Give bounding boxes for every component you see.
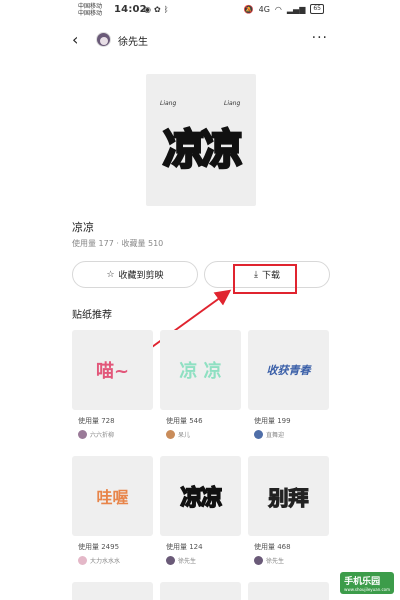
- eye-icon: ◉: [144, 5, 154, 14]
- sticker-card[interactable]: 凉 凉 使用量 546 呆儿: [160, 330, 241, 446]
- sticker-preview: Liang Liang 凉凉: [146, 74, 256, 206]
- battery-icon: 65: [310, 4, 324, 14]
- card-image: 别拜: [248, 456, 329, 536]
- card-image: 喵~: [72, 330, 153, 410]
- card-author-name: 徐先生: [178, 558, 197, 565]
- sticker-card[interactable]: 别拜 使用量 468 徐先生: [248, 456, 329, 572]
- app-notify-icon: ✿: [153, 5, 164, 14]
- watermark-logo: 手机乐园 www.shoujileyuan.com: [340, 572, 394, 594]
- card-author: 六六折柳: [78, 430, 114, 439]
- highlight-box: [233, 264, 297, 294]
- network-label: 4G: [258, 4, 270, 14]
- avatar: [78, 430, 87, 439]
- carrier-2: 中国移动: [78, 10, 103, 17]
- sticker-artwork: 凉凉: [162, 124, 245, 176]
- card-art: 凉凉: [180, 485, 224, 512]
- top-nav: ‹ 徐先生 ···: [62, 28, 338, 54]
- card-art: 喵~: [95, 361, 130, 382]
- sticker-card[interactable]: 凉凉 使用量 124 徐先生: [160, 456, 241, 572]
- status-notification-icons: ◉✿ᛒ: [144, 5, 172, 14]
- avatar: [78, 556, 87, 565]
- card-author: 大力水水水: [78, 556, 120, 565]
- signal-icon: ▂▄▆: [286, 4, 306, 14]
- card-author: 直舞迎: [254, 430, 284, 439]
- status-bar: 中国移动 中国移动 14:02 ◉✿ᛒ 🔕 4G ◠ ▂▄▆ 65: [62, 0, 338, 22]
- card-image-partial: [160, 582, 241, 600]
- card-art: 别拜: [268, 485, 309, 510]
- back-arrow-icon[interactable]: ‹: [72, 30, 78, 50]
- sticker-card[interactable]: 哇喔 使用量 2495 大力水水水: [72, 456, 153, 572]
- wifi-icon: ◠: [274, 4, 282, 14]
- sticker-title: 凉凉: [72, 221, 94, 234]
- carrier-labels: 中国移动 中国移动: [78, 3, 102, 17]
- avatar: [166, 430, 175, 439]
- carrier-1: 中国移动: [78, 3, 103, 10]
- avatar: [254, 430, 263, 439]
- sticker-tag-left: Liang: [160, 100, 177, 107]
- card-image-partial: [248, 582, 329, 600]
- sticker-stats: 使用量 177 · 收藏量 510: [72, 239, 164, 248]
- card-image: 哇喔: [72, 456, 153, 536]
- more-options-icon[interactable]: ···: [312, 30, 328, 46]
- mute-icon: 🔕: [243, 4, 254, 14]
- card-usage: 使用量 199: [254, 417, 291, 425]
- phone-screen: 中国移动 中国移动 14:02 ◉✿ᛒ 🔕 4G ◠ ▂▄▆ 65 ‹ 徐先生 …: [62, 0, 338, 600]
- card-author: 徐先生: [254, 556, 284, 565]
- card-usage: 使用量 546: [166, 417, 203, 425]
- card-image: 收获青春: [248, 330, 329, 410]
- favorite-button[interactable]: ☆ 收藏到剪映: [72, 261, 198, 288]
- card-usage: 使用量 468: [254, 543, 291, 551]
- card-author-name: 呆儿: [178, 432, 191, 439]
- avatar: [254, 556, 263, 565]
- card-art: 哇喔: [96, 488, 129, 507]
- card-author-name: 六六折柳: [90, 432, 115, 439]
- card-art: 凉 凉: [179, 361, 222, 382]
- card-image: 凉凉: [160, 456, 241, 536]
- card-author-name: 徐先生: [266, 558, 285, 565]
- watermark-url: www.shoujileyuan.com: [344, 587, 390, 592]
- watermark-brand: 手机乐园: [344, 577, 381, 587]
- bluetooth-icon: ᛒ: [163, 5, 172, 14]
- favorite-label: 收藏到剪映: [118, 271, 164, 281]
- sticker-card[interactable]: 喵~ 使用量 728 六六折柳: [72, 330, 153, 446]
- card-author: 徐先生: [166, 556, 196, 565]
- card-usage: 使用量 2495: [78, 543, 120, 551]
- status-right-icons: 🔕 4G ◠ ▂▄▆ 65: [244, 4, 324, 14]
- sticker-card[interactable]: 收获青春 使用量 199 直舞迎: [248, 330, 329, 446]
- card-author-name: 直舞迎: [266, 432, 285, 439]
- avatar[interactable]: [96, 32, 111, 47]
- card-usage: 使用量 728: [78, 417, 115, 425]
- status-time: 14:02: [114, 4, 147, 15]
- card-art: 收获青春: [266, 364, 311, 377]
- star-icon: ☆: [106, 269, 115, 280]
- card-author-name: 大力水水水: [90, 558, 121, 565]
- section-title: 贴纸推荐: [72, 310, 112, 321]
- card-author: 呆儿: [166, 430, 190, 439]
- username[interactable]: 徐先生: [118, 33, 148, 48]
- avatar: [166, 556, 175, 565]
- sticker-tag-right: Liang: [224, 100, 241, 107]
- card-image: 凉 凉: [160, 330, 241, 410]
- card-usage: 使用量 124: [166, 543, 203, 551]
- card-image-partial: [72, 582, 153, 600]
